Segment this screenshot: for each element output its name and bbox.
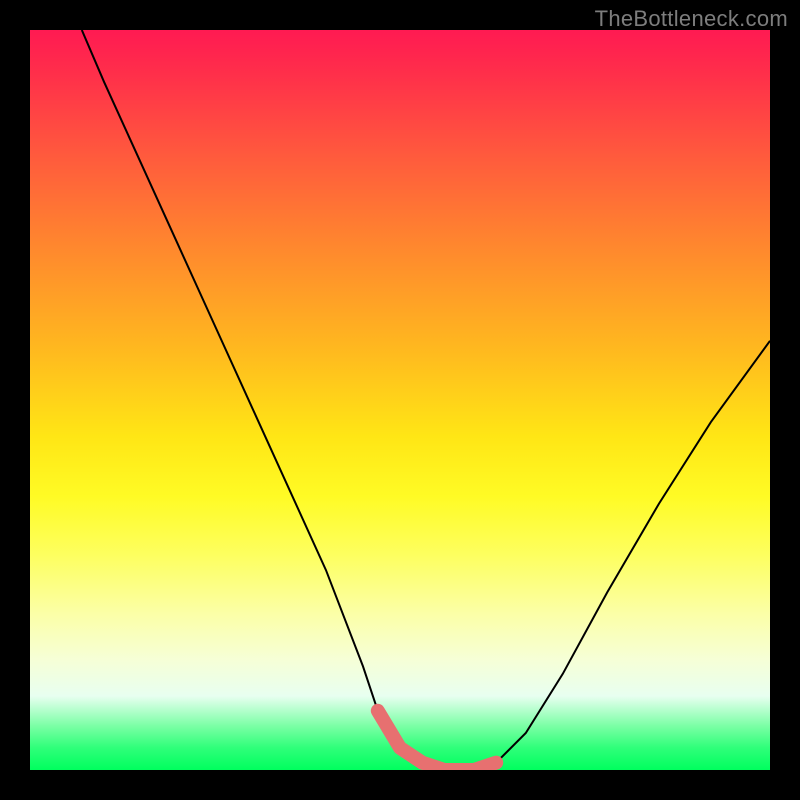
bottleneck-curve xyxy=(82,30,770,770)
watermark-text: TheBottleneck.com xyxy=(595,6,788,32)
highlight-valley-segment xyxy=(378,711,496,770)
plot-area xyxy=(30,30,770,770)
chart-frame: TheBottleneck.com xyxy=(0,0,800,800)
curve-overlay xyxy=(30,30,770,770)
